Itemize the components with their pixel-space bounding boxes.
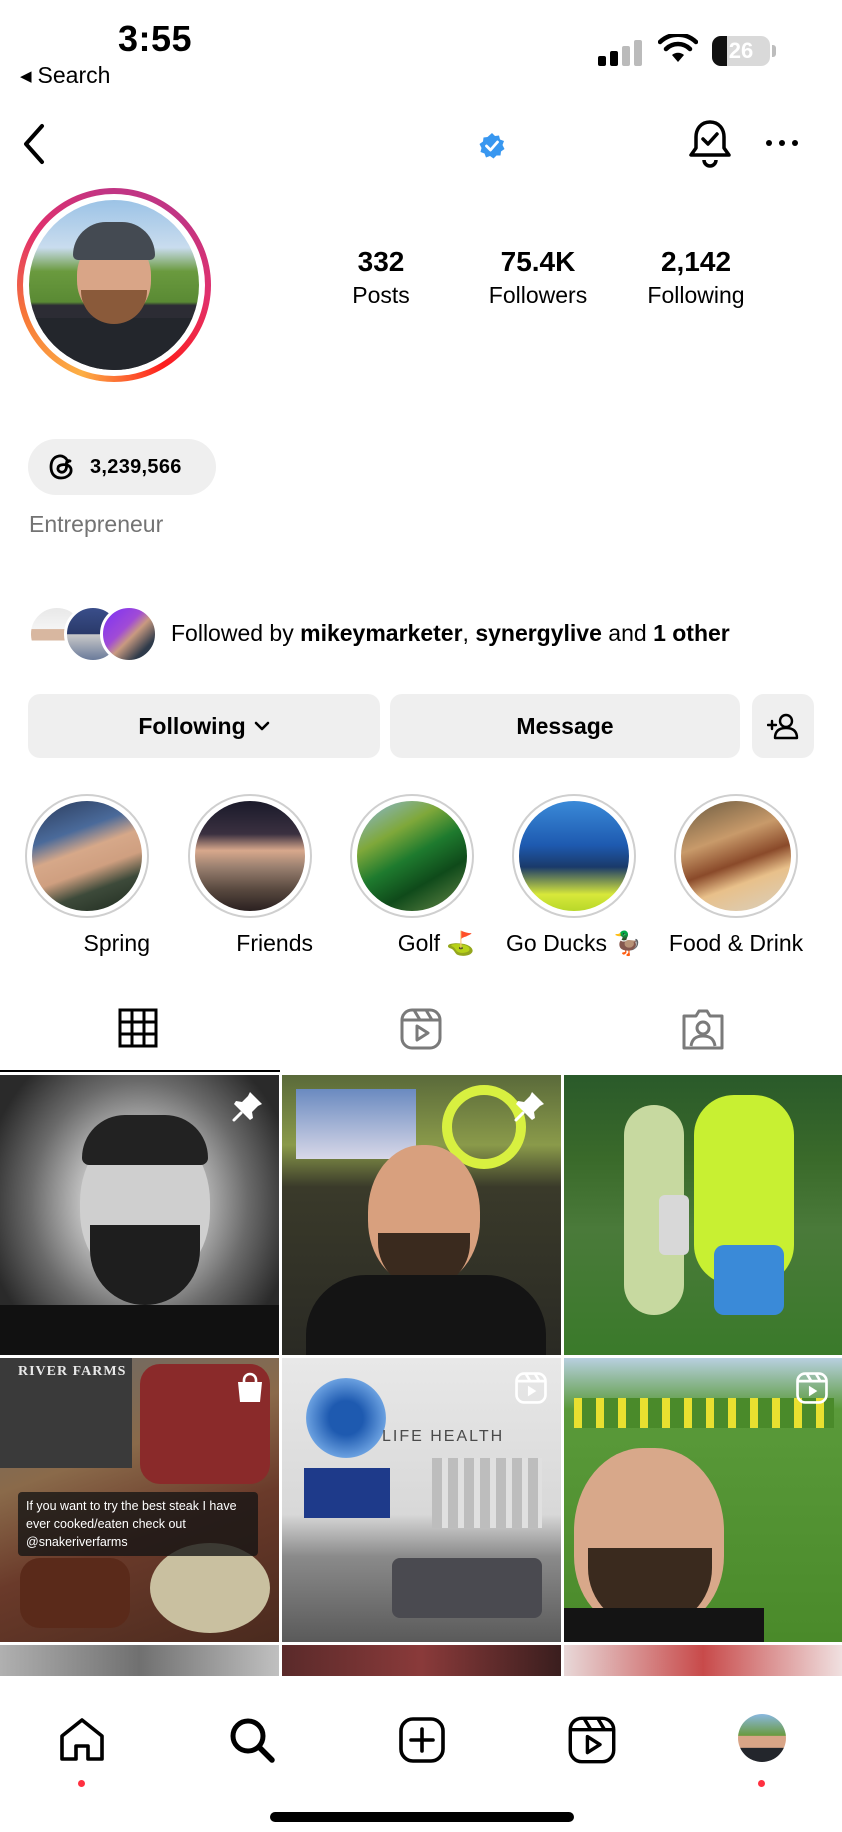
posts-label: Posts (352, 282, 410, 308)
highlight-friends[interactable]: Friends (187, 794, 313, 957)
followers-count: 75.4K (500, 246, 576, 277)
suggested-people-button[interactable] (752, 694, 814, 758)
post-caption-overlay: If you want to try the best steak I have… (18, 1492, 258, 1556)
pin-icon (232, 1092, 262, 1122)
threads-count: 3,239,566 (90, 455, 182, 478)
highlight-image (195, 801, 305, 911)
posts-count: 332 (357, 246, 405, 277)
highlight-label: Golf ⛳ (397, 930, 475, 956)
highlight-image (32, 801, 142, 911)
profile-category: Entrepreneur (29, 511, 164, 537)
bell-check-icon[interactable] (688, 118, 732, 168)
home-notification-dot (78, 1780, 85, 1787)
profile-notification-dot (758, 1780, 765, 1787)
highlight-image (519, 801, 629, 911)
add-person-icon (767, 713, 799, 740)
reels-nav-icon[interactable] (568, 1716, 616, 1764)
highlight-label: Food & Drink (668, 930, 804, 956)
grid-post[interactable] (564, 1075, 842, 1355)
following-count: 2,142 (660, 246, 732, 277)
reel-badge-icon (515, 1372, 547, 1404)
mutual-followers-avatars[interactable] (28, 605, 158, 663)
back-to-search[interactable]: ◀ Search (20, 62, 110, 89)
search-icon[interactable] (228, 1716, 276, 1764)
highlight-golf[interactable]: Golf ⛳ (349, 794, 475, 957)
battery-tip (772, 45, 776, 57)
reels-icon[interactable] (400, 1008, 442, 1050)
following-button[interactable]: Following (28, 694, 380, 758)
threads-icon (49, 454, 73, 480)
mutual-avatar (100, 605, 158, 663)
create-icon[interactable] (398, 1716, 446, 1764)
grid-post[interactable]: RIVER FARMS If you want to try the best … (0, 1358, 279, 1642)
posts-stat[interactable]: 332 Posts (352, 246, 410, 309)
followed-by-user[interactable]: mikeymarketer (300, 620, 462, 646)
battery-percent: 26 (728, 38, 754, 63)
message-button-label: Message (516, 712, 614, 739)
followed-by-user[interactable]: synergylive (475, 620, 602, 646)
profile-avatar[interactable] (17, 188, 211, 382)
back-triangle-icon: ◀ (20, 67, 32, 85)
grid-post[interactable] (564, 1358, 842, 1642)
highlight-image (681, 801, 791, 911)
grid-post[interactable]: LIFE HEALTH (282, 1358, 561, 1642)
profile-avatar-nav[interactable] (738, 1714, 786, 1762)
highlight-go-ducks[interactable]: Go Ducks 🦆 (506, 794, 642, 957)
followed-by-text[interactable]: Followed by mikeymarketer, synergylive a… (171, 620, 730, 647)
post-brand-text: RIVER FARMS (18, 1364, 127, 1379)
followers-stat[interactable]: 75.4K Followers (489, 246, 587, 309)
profile-photo (29, 200, 199, 370)
threads-badge[interactable]: 3,239,566 (28, 439, 216, 495)
shopping-bag-icon (238, 1372, 262, 1402)
active-tab-indicator (0, 1070, 280, 1072)
highlight-label: Go Ducks 🦆 (505, 930, 643, 956)
status-time: 3:55 (118, 18, 193, 59)
message-button[interactable]: Message (390, 694, 740, 758)
pin-icon (514, 1092, 544, 1122)
highlight-label: Spring (83, 930, 150, 956)
highlight-label: Friends (236, 930, 313, 956)
home-indicator (270, 1812, 574, 1822)
reel-badge-icon (796, 1372, 828, 1404)
followed-by-others[interactable]: 1 other (653, 620, 730, 646)
following-button-label: Following (138, 712, 246, 739)
followed-by-separator: , (462, 620, 476, 646)
highlight-food-drink[interactable]: Food & Drink (669, 794, 803, 957)
tagged-icon[interactable] (682, 1008, 724, 1050)
highlight-image (357, 801, 467, 911)
more-icon[interactable] (766, 140, 798, 146)
back-to-search-label: Search (37, 62, 111, 88)
followed-by-and: and (601, 620, 654, 646)
back-chevron-icon[interactable] (20, 122, 48, 166)
cellular-signal-icon (598, 40, 644, 66)
verified-badge-icon (479, 133, 505, 159)
followed-by-prefix: Followed by (171, 620, 301, 646)
followers-label: Followers (488, 282, 588, 308)
following-label: Following (647, 282, 745, 308)
wifi-icon (658, 34, 698, 62)
grid-icon[interactable] (118, 1008, 158, 1048)
grid-post[interactable] (0, 1075, 279, 1355)
battery-indicator: 26 (712, 36, 770, 66)
home-icon[interactable] (58, 1716, 106, 1762)
following-stat[interactable]: 2,142 Following (647, 246, 744, 309)
bottom-navigation (0, 1676, 842, 1832)
highlight-spring[interactable]: Spring (24, 794, 150, 957)
grid-post[interactable] (282, 1075, 561, 1355)
chevron-down-icon (254, 721, 269, 731)
